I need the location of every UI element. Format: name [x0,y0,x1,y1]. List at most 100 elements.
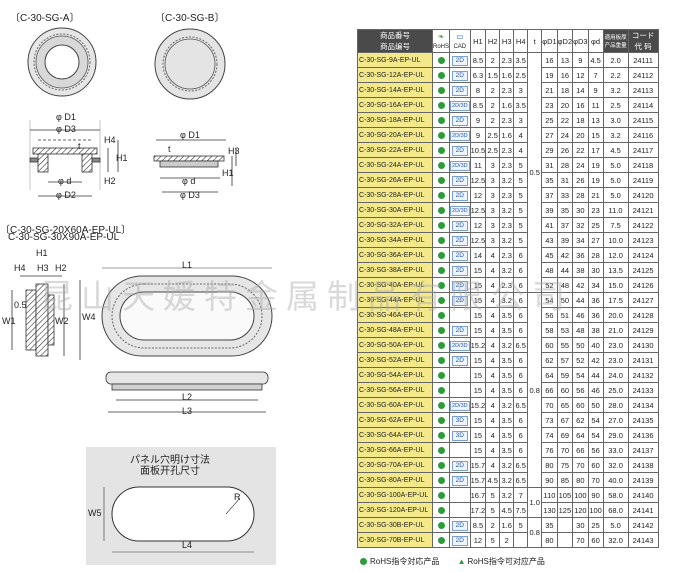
cad-badge[interactable]: 2D/3D [450,130,470,141]
cad-cell: 2D [449,247,471,263]
d3-cell: 66 [572,442,589,458]
dim-l1-oblong: L1 [182,260,193,270]
dim-d1-a: φ D1 [56,112,76,122]
cad-badge[interactable]: 2D [451,70,468,81]
d-cell: 11 [587,97,604,113]
cad-cell [449,382,471,398]
cad-badge[interactable]: 2D [451,55,468,66]
h4-cell: 6.5 [513,472,529,488]
cad-cell: 2D/3D [449,97,471,113]
h4-cell: 3.5 [513,52,529,68]
header-d2: φD2 [556,29,574,53]
h4-cell: 6 [513,352,529,368]
h4-cell: 2.5 [513,67,529,83]
cad-cell: 2D [449,232,471,248]
h4-cell: 6 [513,322,529,338]
h1-cell: 17.2 [469,502,487,518]
d-cell: 13 [587,112,604,128]
d1-cell: 21 [541,82,558,98]
d3-cell: 22 [572,142,589,158]
part-number-cell: C-30-SG-26A-EP-UL [357,172,433,188]
d1-cell: 60 [541,337,558,353]
h4-cell: 6 [513,247,529,263]
cad-cell: 2D [449,217,471,233]
cad-badge[interactable]: 2D/3D [450,400,470,411]
rohs-cell [431,337,451,353]
cad-badge[interactable]: 2D [451,175,468,186]
cad-badge[interactable]: 2D [451,460,468,471]
cad-badge[interactable]: 2D [451,235,468,246]
cad-badge[interactable]: 2D/3D [450,100,470,111]
d3-cell: 56 [572,382,589,398]
part-number-cell: C-30-SG-22A-EP-UL [357,142,433,158]
cad-cell: 2D [449,112,471,128]
cad-badge[interactable]: 2D [451,145,468,156]
h4-cell: 7.5 [513,502,529,518]
d1-cell: 110 [541,487,558,503]
cad-cell: 3D [449,427,471,443]
d3-cell: 18 [572,112,589,128]
h1-cell: 12.5 [469,202,487,218]
h2-cell: 2.5 [485,127,501,143]
weight-cell: 33.0 [602,442,629,458]
dim-w1-oblong: W1 [2,316,16,326]
weight-cell: 5.0 [602,187,629,203]
d1-cell: 130 [541,502,558,518]
dim-h4-a: H4 [104,135,116,145]
cad-badge[interactable]: 3D [451,415,468,426]
weight-cell: 2.5 [602,97,629,113]
table-row: C-30-SG-52A-EP-UL 2D 15 4 3.5 6 62 57 52 42 23.0 24… [357,352,659,368]
dim-r-cutout: R [234,492,241,502]
table-row: C-30-SG-18A-EP-UL 2D 9 2 2.3 3 25 22 18 13 3.0 2411… [357,112,659,128]
cad-badge[interactable]: 2D [451,355,468,366]
d3-cell: 16 [572,97,589,113]
cad-badge[interactable]: 2D [451,250,468,261]
cad-cell: 2D [449,457,471,473]
weight-cell: 68.0 [602,502,629,518]
cad-badge[interactable]: 2D [451,520,468,531]
d2-cell: 18 [556,82,574,98]
cad-badge[interactable]: 2D [451,475,468,486]
cad-badge[interactable]: 2D [451,115,468,126]
cad-badge[interactable]: 2D [451,85,468,96]
legend-rohs-compliant: RoHS指令対応产品 [370,557,440,566]
d3-cell: 30 [572,517,589,533]
d2-cell: 125 [556,502,574,518]
dim-w5-cutout: W5 [88,508,102,518]
weight-cell: 4.5 [602,142,629,158]
cad-badge[interactable]: 3D [451,430,468,441]
h2-cell: 4 [485,352,501,368]
d3-cell: 9 [572,52,589,68]
cad-badge[interactable]: 2D [451,325,468,336]
part-number-cell: C-30-SG-16A-EP-UL [357,97,433,113]
cad-badge[interactable]: 2D/3D [450,205,470,216]
h1-cell: 10.5 [469,142,487,158]
cad-badge[interactable]: 2D/3D [450,340,470,351]
rohs-cell [431,232,451,248]
rohs-cell [431,532,451,548]
rohs-dot-icon [437,237,445,245]
code-cell: 24141 [627,502,659,518]
h3-cell: 4.5 [499,502,515,518]
cad-cell: 2D [449,142,471,158]
h1-cell: 12.5 [469,232,487,248]
table-row: C-30-SG-50A-EP-UL 2D/3D 15.2 4 3.2 6.5 60 55 50 4… [357,337,659,353]
cad-cell: 2D [449,472,471,488]
part-number-cell: C-30-SG-24A-EP-UL [357,157,433,173]
h3-cell: 2.3 [499,157,515,173]
cad-badge[interactable]: 2D/3D [450,160,470,171]
h1-cell: 15 [469,427,487,443]
rohs-dot-icon [437,192,445,200]
cad-badge[interactable]: 2D [451,190,468,201]
table-row: C-30-SG-9A-EP-UL 2D 8.5 2 2.3 3.5 0.5 16 13 9 4.5 2… [357,52,659,293]
cad-badge[interactable]: 2D [451,535,468,546]
d2-cell: 57 [556,352,574,368]
code-cell: 24133 [627,382,659,398]
weight-cell: 40.0 [602,472,629,488]
h1-cell: 12 [469,532,487,548]
part-number-cell: C-30-SG-54A-EP-UL [357,367,433,383]
cad-badge[interactable]: 2D [451,220,468,231]
rohs-cell [431,127,451,143]
d1-cell: 73 [541,412,558,428]
d-cell: 46 [587,382,604,398]
